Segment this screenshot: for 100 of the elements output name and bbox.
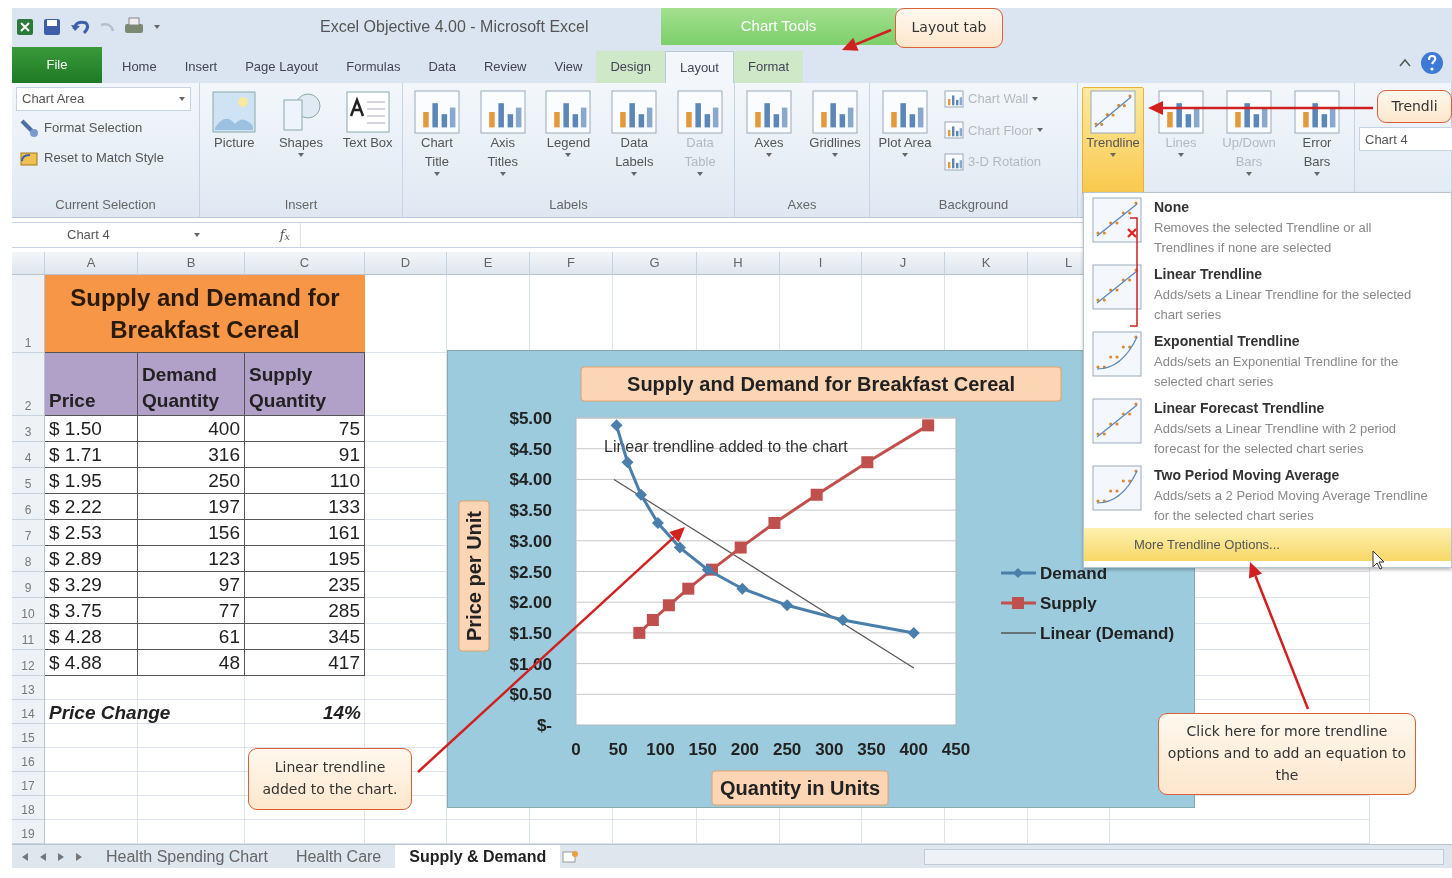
column-header[interactable]: C (245, 252, 365, 275)
ribbon-tab[interactable]: Review (469, 51, 541, 83)
table-cell: $ 3.75 (45, 598, 138, 624)
ribbon-tab[interactable]: View (540, 51, 597, 83)
context-tab-label: Chart Tools (660, 8, 897, 45)
ribbon-tab[interactable]: Format (733, 51, 804, 83)
table-cell: $ 1.95 (45, 468, 138, 494)
ribbon-tab[interactable]: Data (414, 51, 470, 83)
ribbon-button[interactable]: Data Labels (604, 87, 665, 195)
sheet-tab[interactable]: Health Care (281, 844, 396, 869)
row-header[interactable]: 1 (12, 275, 45, 353)
ribbon-button[interactable]: Text Box (337, 87, 398, 195)
menu-item[interactable]: Linear Trendline Adds/sets a Linear Trendline for the selected chart series (1084, 260, 1451, 327)
row-header[interactable]: 11 (12, 624, 45, 650)
axis-title: Quantity in Units (711, 770, 889, 806)
menu-item-description: Adds/sets a Linear Trendline for the selected chart series (1154, 286, 1413, 324)
ribbon-button[interactable]: Chart Title (407, 87, 467, 195)
table-cell: 250 (138, 468, 245, 494)
column-heading: Supply Quantity (245, 353, 365, 416)
legend-label: Linear (Demand) (1040, 624, 1175, 643)
axis-title: Price per Unit (458, 500, 490, 652)
axis-tick-label: 100 (646, 740, 675, 759)
row-header[interactable]: 10 (12, 598, 45, 624)
row-header[interactable]: 17 (12, 772, 45, 796)
group-label: Labels (548, 196, 589, 214)
row-header[interactable]: 6 (12, 494, 45, 520)
ribbon-button[interactable]: Plot Area (874, 87, 936, 195)
price-change-label: Price Change (48, 701, 172, 724)
column-header[interactable]: B (138, 252, 245, 275)
row-header[interactable]: 14 (12, 700, 45, 724)
menu-item[interactable]: Two Period Moving Average Adds/sets a 2 Period Moving Average Trendline for the selected chart series (1084, 461, 1451, 528)
table-cell: 61 (138, 624, 245, 650)
table-cell: $ 2.89 (45, 546, 138, 572)
sheet-tab[interactable]: Health Spending Chart (92, 844, 282, 869)
sheet-tab[interactable]: Supply & Demand (395, 844, 561, 869)
table-cell: 161 (245, 520, 365, 546)
point (662, 599, 675, 612)
row-header[interactable]: 18 (12, 796, 45, 820)
ribbon-button[interactable]: Error Bars (1286, 87, 1348, 195)
ribbon-command[interactable]: Format Selection (16, 115, 191, 141)
table-cell: 110 (245, 468, 365, 494)
row-header[interactable]: 7 (12, 520, 45, 546)
ribbon-button[interactable]: Picture (204, 87, 265, 195)
column-header[interactable]: F (530, 252, 613, 275)
menu-item[interactable]: Exponential Trendline Adds/sets an Exponential Trendline for the selected chart series (1084, 327, 1451, 394)
row-header[interactable]: 3 (12, 416, 45, 442)
ribbon-button[interactable]: Gridlines (805, 87, 865, 195)
menu-item-description: Removes the selected Trendline or all Trendlines if none are selected (1154, 219, 1373, 257)
row-header[interactable]: 8 (12, 546, 45, 572)
axis-tick-label: $4.00 (509, 470, 552, 490)
chart-element-dropdown[interactable]: Chart Area (16, 87, 191, 111)
column-header[interactable]: J (862, 252, 945, 275)
row-header[interactable]: 12 (12, 650, 45, 676)
file-tab[interactable]: File (12, 47, 102, 83)
row-header[interactable]: 5 (12, 468, 45, 494)
axis-tick-label: 400 (899, 740, 928, 759)
ribbon-command[interactable]: Reset to Match Style (16, 145, 191, 171)
price-change-value: 14% (321, 701, 362, 724)
insert-function-button[interactable]: f$_{x}$ (200, 223, 300, 247)
ribbon-tab[interactable]: Layout (664, 51, 734, 83)
ribbon-tab[interactable]: Insert (170, 51, 232, 83)
ribbon-button[interactable]: Trendline (1082, 87, 1144, 195)
ribbon-button[interactable]: Legend (538, 87, 599, 195)
table-title: Supply and Demand for Breakfast Cereal (45, 275, 365, 353)
column-header[interactable]: A (45, 252, 138, 275)
point (922, 419, 935, 432)
column-header[interactable]: I (780, 252, 862, 275)
ribbon-button[interactable]: Axes (739, 87, 799, 195)
row-header[interactable]: 16 (12, 748, 45, 772)
row-header[interactable]: 19 (12, 820, 45, 844)
menu-item[interactable]: Linear Forecast Trendline Adds/sets a Linear Trendline with 2 period forecast for the selected chart series (1084, 394, 1451, 461)
ribbon-tab[interactable]: Page Layout (231, 51, 333, 83)
row-header[interactable]: 13 (12, 676, 45, 700)
menu-item-title: None (1154, 198, 1190, 217)
axis-tick-label: $2.00 (509, 593, 552, 613)
callout: Linear trendline added to the chart. (248, 748, 412, 810)
ribbon-button[interactable]: Axis Titles (472, 87, 533, 195)
row-header[interactable]: 15 (12, 724, 45, 748)
column-header[interactable]: G (613, 252, 697, 275)
row-header[interactable]: 4 (12, 442, 45, 468)
chart-name-field[interactable]: Chart 4 (1359, 127, 1452, 151)
row-header[interactable]: 9 (12, 572, 45, 598)
ribbon-tab[interactable]: Home (108, 51, 171, 83)
point (810, 488, 823, 501)
ribbon-button[interactable]: Shapes (270, 87, 332, 195)
column-header[interactable]: K (945, 252, 1028, 275)
column-header[interactable]: H (697, 252, 780, 275)
window-title: Excel Objective 4.00 - Microsoft Excel (320, 16, 589, 37)
point (633, 626, 646, 639)
ribbon-tab[interactable]: Design (596, 51, 665, 83)
menu-item[interactable]: More Trendline Options... (1084, 528, 1451, 561)
table-cell: 123 (138, 546, 245, 572)
point (635, 488, 648, 501)
menu-item-title: Linear Trendline (1154, 265, 1264, 284)
column-header[interactable]: D (365, 252, 447, 275)
menu-item[interactable]: None Removes the selected Trendline or all Trendlines if none are selected (1084, 193, 1451, 260)
axis-tick-label: $3.50 (509, 501, 552, 521)
column-header[interactable]: E (447, 252, 530, 275)
ribbon-tab[interactable]: Formulas (332, 51, 415, 83)
row-header[interactable]: 2 (12, 353, 45, 416)
